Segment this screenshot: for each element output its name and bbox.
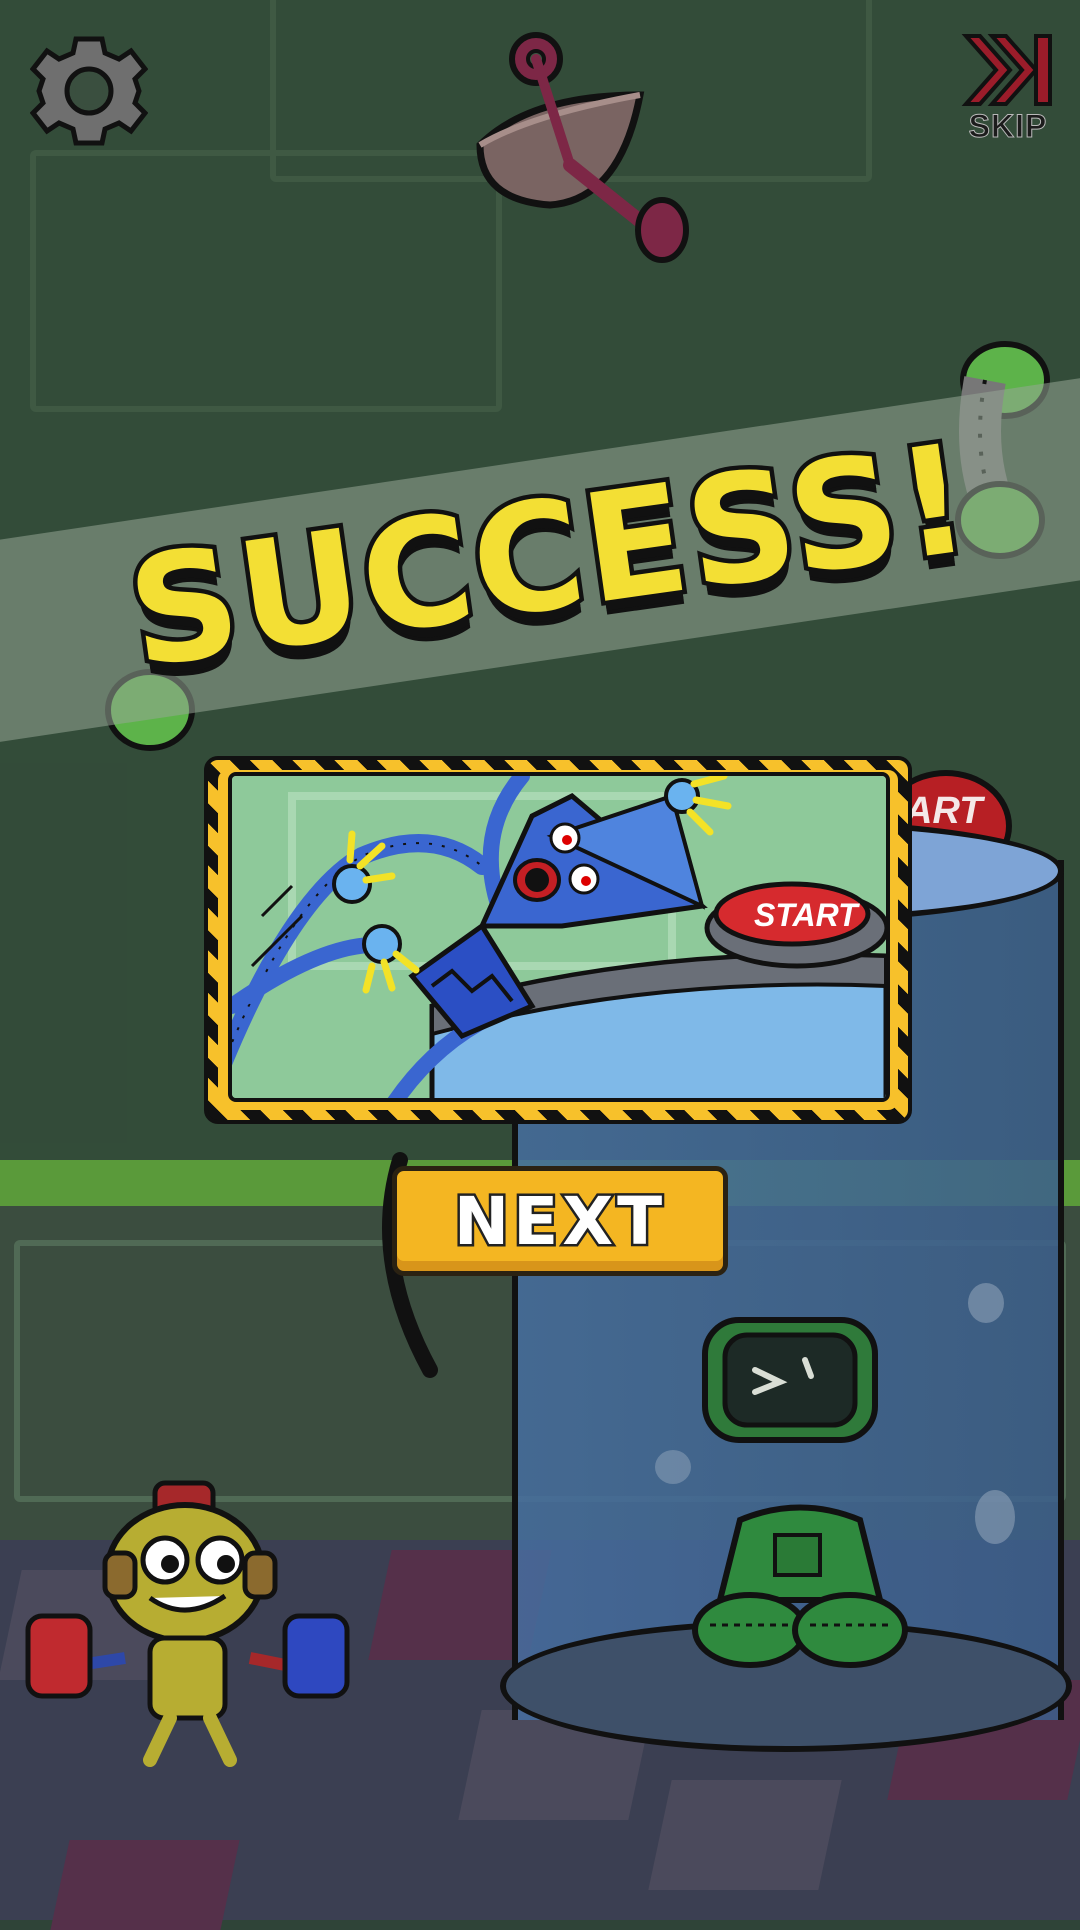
settings-button[interactable]: [29, 32, 149, 150]
next-button[interactable]: NEXT: [392, 1166, 728, 1276]
robot-pressing-start-illustration: START: [232, 776, 886, 1098]
robot-character-icon: [25, 1480, 350, 1767]
next-label: NEXT: [451, 1180, 667, 1262]
robot-head-part-icon: [702, 1317, 878, 1443]
robot-body-part-icon: [692, 1504, 908, 1668]
skip-forward-icon: [961, 34, 1052, 106]
skip-button[interactable]: SKIP: [958, 30, 1058, 150]
floor-tile: [50, 1840, 240, 1930]
bubble: [968, 1283, 1004, 1323]
bubble: [975, 1490, 1015, 1544]
gear-icon: [29, 36, 149, 146]
result-illustration: START: [228, 772, 890, 1102]
skip-label: SKIP: [968, 108, 1048, 145]
floor-tile: [648, 1780, 842, 1890]
satellite-dish-icon: [476, 32, 689, 263]
bubble: [655, 1450, 691, 1484]
card-start-label: START: [754, 897, 860, 933]
